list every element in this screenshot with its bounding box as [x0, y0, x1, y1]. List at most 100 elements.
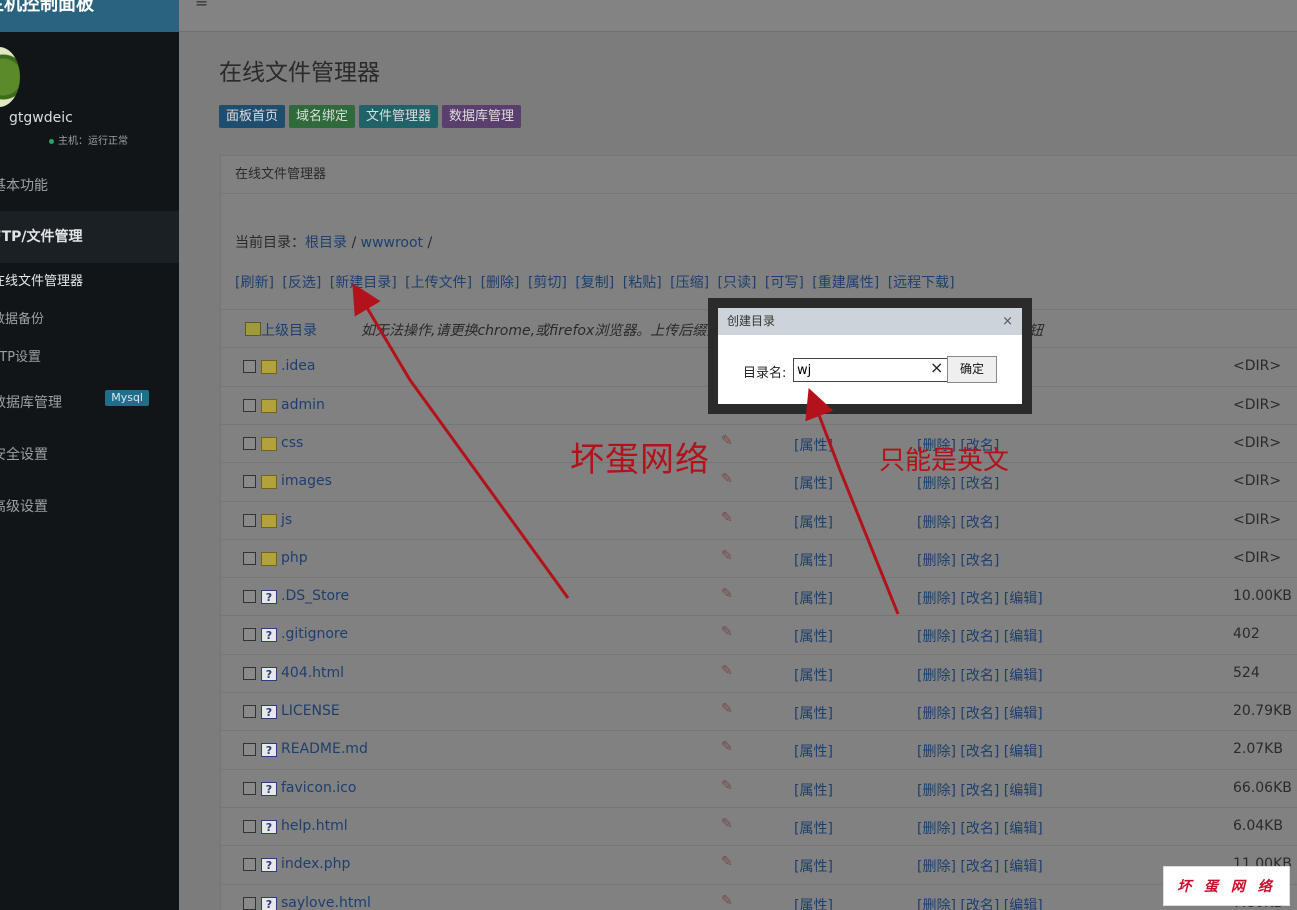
edit-pencil-icon[interactable]: ✎	[721, 624, 733, 640]
file-name-link[interactable]: admin	[281, 397, 325, 413]
edit-pencil-icon[interactable]: ✎	[721, 586, 733, 602]
row-rename-link[interactable]: [改名]	[960, 629, 999, 645]
sidebar-item-online-file-manager[interactable]: 在线文件管理器	[0, 263, 179, 301]
file-name-link[interactable]: 404.html	[281, 665, 344, 681]
properties-link[interactable]: [属性]	[794, 665, 833, 685]
properties-link[interactable]: [属性]	[794, 856, 833, 876]
refresh-link[interactable]: [刷新]	[235, 275, 274, 291]
file-name-link[interactable]: js	[281, 512, 292, 528]
breadcrumb-wwwroot[interactable]: wwwroot	[361, 235, 423, 251]
edit-pencil-icon[interactable]: ✎	[721, 701, 733, 717]
file-name-link[interactable]: help.html	[281, 818, 348, 834]
properties-link[interactable]: [属性]	[794, 473, 833, 493]
edit-pencil-icon[interactable]: ✎	[721, 663, 733, 679]
row-delete-link[interactable]: [删除]	[917, 515, 956, 531]
row-edit-link[interactable]: [编辑]	[1004, 591, 1043, 607]
properties-link[interactable]: [属性]	[794, 435, 833, 455]
properties-link[interactable]: [属性]	[794, 626, 833, 646]
edit-pencil-icon[interactable]: ✎	[721, 778, 733, 794]
row-delete-link[interactable]: [删除]	[917, 821, 956, 837]
row-delete-link[interactable]: [删除]	[917, 744, 956, 760]
edit-pencil-icon[interactable]: ✎	[721, 433, 733, 449]
edit-pencil-icon[interactable]: ✎	[721, 816, 733, 832]
row-checkbox[interactable]	[243, 475, 256, 488]
row-checkbox[interactable]	[243, 782, 256, 795]
menu-toggle-icon[interactable]: ≡	[195, 0, 208, 11]
properties-link[interactable]: [属性]	[794, 780, 833, 800]
row-rename-link[interactable]: [改名]	[960, 553, 999, 569]
row-rename-link[interactable]: [改名]	[960, 744, 999, 760]
upload-link[interactable]: [上传文件]	[405, 275, 472, 291]
writable-link[interactable]: [可写]	[765, 275, 804, 291]
file-name-link[interactable]: index.php	[281, 856, 350, 872]
quick-link-file-manager[interactable]: 文件管理器	[359, 105, 439, 128]
sidebar-item-security[interactable]: 安全设置	[0, 429, 179, 481]
row-checkbox[interactable]	[243, 552, 256, 565]
edit-pencil-icon[interactable]: ✎	[721, 471, 733, 487]
row-edit-link[interactable]: [编辑]	[1004, 706, 1043, 722]
cut-link[interactable]: [剪切]	[528, 275, 567, 291]
row-delete-link[interactable]: [删除]	[917, 591, 956, 607]
properties-link[interactable]: [属性]	[794, 588, 833, 608]
row-checkbox[interactable]	[243, 628, 256, 641]
row-rename-link[interactable]: [改名]	[960, 783, 999, 799]
file-name-link[interactable]: favicon.ico	[281, 780, 356, 796]
edit-pencil-icon[interactable]: ✎	[721, 854, 733, 870]
row-rename-link[interactable]: [改名]	[960, 821, 999, 837]
row-delete-link[interactable]: [删除]	[917, 629, 956, 645]
properties-link[interactable]: [属性]	[794, 550, 833, 570]
row-edit-link[interactable]: [编辑]	[1004, 821, 1043, 837]
row-rename-link[interactable]: [改名]	[960, 591, 999, 607]
file-name-link[interactable]: saylove.html	[281, 895, 371, 910]
sidebar-item-database[interactable]: 数据库管理Mysql	[0, 377, 179, 429]
row-delete-link[interactable]: [删除]	[917, 898, 956, 910]
dir-name-input[interactable]	[793, 358, 948, 382]
clear-input-icon[interactable]: ×	[930, 358, 943, 377]
invert-select-link[interactable]: [反选]	[282, 275, 321, 291]
file-name-link[interactable]: README.md	[281, 741, 368, 757]
row-edit-link[interactable]: [编辑]	[1004, 783, 1043, 799]
properties-link[interactable]: [属性]	[794, 895, 833, 910]
properties-link[interactable]: [属性]	[794, 512, 833, 532]
confirm-button[interactable]: 确定	[947, 356, 997, 383]
row-checkbox[interactable]	[243, 399, 256, 412]
row-rename-link[interactable]: [改名]	[960, 859, 999, 875]
avatar[interactable]	[0, 47, 20, 107]
delete-link[interactable]: [删除]	[481, 275, 520, 291]
file-name-link[interactable]: .gitignore	[281, 626, 348, 642]
row-rename-link[interactable]: [改名]	[960, 898, 999, 910]
compress-link[interactable]: [压缩]	[670, 275, 709, 291]
new-folder-link[interactable]: [新建目录]	[330, 275, 397, 291]
edit-pencil-icon[interactable]: ✎	[721, 893, 733, 909]
row-checkbox[interactable]	[243, 514, 256, 527]
sidebar-item-data-backup[interactable]: 数据备份	[0, 301, 179, 339]
parent-dir-link[interactable]: 上级目录	[261, 320, 317, 340]
row-delete-link[interactable]: [删除]	[917, 668, 956, 684]
quick-link-database[interactable]: 数据库管理	[442, 105, 522, 128]
properties-link[interactable]: [属性]	[794, 703, 833, 723]
row-checkbox[interactable]	[243, 743, 256, 756]
breadcrumb-root[interactable]: 根目录	[305, 235, 347, 251]
close-icon[interactable]: ×	[1002, 308, 1013, 335]
sidebar-item-advanced[interactable]: 高级设置	[0, 481, 179, 533]
row-checkbox[interactable]	[243, 360, 256, 373]
row-delete-link[interactable]: [删除]	[917, 476, 956, 492]
edit-pencil-icon[interactable]: ✎	[721, 510, 733, 526]
sidebar-item-basic[interactable]: 基本功能	[0, 165, 179, 207]
row-checkbox[interactable]	[243, 590, 256, 603]
row-delete-link[interactable]: [删除]	[917, 553, 956, 569]
paste-link[interactable]: [粘贴]	[623, 275, 662, 291]
row-rename-link[interactable]: [改名]	[960, 476, 999, 492]
edit-pencil-icon[interactable]: ✎	[721, 548, 733, 564]
remote-download-link[interactable]: [远程下载]	[888, 275, 955, 291]
row-checkbox[interactable]	[243, 858, 256, 871]
file-name-link[interactable]: LICENSE	[281, 703, 340, 719]
quick-link-domain[interactable]: 域名绑定	[289, 105, 356, 128]
file-name-link[interactable]: .DS_Store	[281, 588, 349, 604]
row-checkbox[interactable]	[243, 667, 256, 680]
copy-link[interactable]: [复制]	[575, 275, 614, 291]
row-rename-link[interactable]: [改名]	[960, 515, 999, 531]
row-rename-link[interactable]: [改名]	[960, 706, 999, 722]
row-checkbox[interactable]	[243, 897, 256, 910]
row-checkbox[interactable]	[243, 820, 256, 833]
